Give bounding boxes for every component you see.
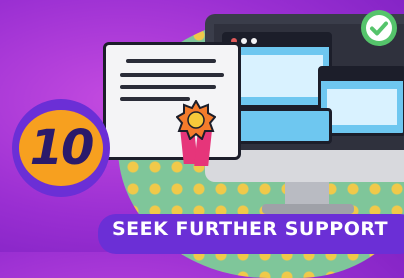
illustration: 10 SEEK FURTHER SUPPORT [0, 0, 404, 278]
monitor-base [262, 204, 354, 214]
certificate-line [120, 85, 216, 89]
number-badge: 10 [29, 120, 95, 176]
title-text: SEEK FURTHER SUPPORT [112, 218, 389, 240]
rosette [176, 100, 216, 140]
window-content [327, 89, 397, 125]
window-dot-white [251, 38, 257, 44]
window-content [231, 55, 323, 97]
certificate-line [120, 73, 224, 77]
certificate-icon [103, 42, 241, 160]
browser-window-bottom [236, 108, 332, 144]
certificate-line [126, 59, 216, 63]
window-dot-white [241, 38, 247, 44]
check-mark [366, 15, 392, 41]
check-icon [361, 10, 397, 46]
window-title-bar [321, 69, 403, 81]
